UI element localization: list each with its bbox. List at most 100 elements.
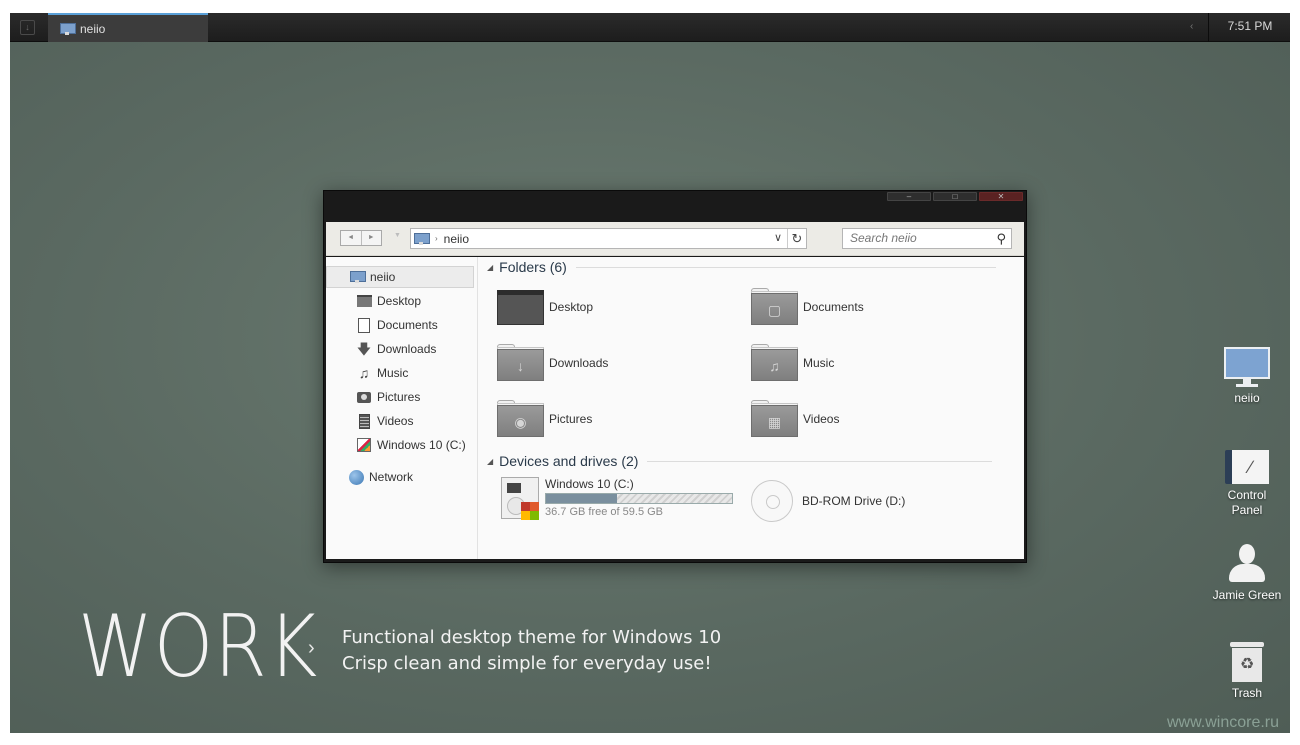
explorer-toolbar: ◄ ► ▼ › neiio ∨ ↻ Search neiio ⚲ (326, 222, 1024, 256)
recent-locations-button[interactable]: ▼ (394, 232, 401, 239)
folder-label: Music (803, 356, 835, 370)
videos-icon (356, 413, 372, 429)
taskbar-item-explorer[interactable]: neiio (48, 13, 208, 42)
control-panel-icon: ∕ (1225, 450, 1269, 484)
user-icon (1229, 544, 1265, 584)
documents-folder-icon: ▢ (751, 287, 798, 325)
folder-videos[interactable]: ▦ Videos (751, 395, 839, 443)
devices-group-header[interactable]: ◢ Devices and drives (2) (487, 451, 993, 471)
navpane-label: Windows 10 (C:) (377, 438, 466, 452)
drive-icon (356, 437, 372, 453)
chevron-right-icon: › (308, 637, 315, 659)
drive-free-space: 36.7 GB free of 59.5 GB (545, 506, 664, 518)
tagline-line-1: Functional desktop theme for Windows 10 (342, 627, 722, 648)
refresh-icon[interactable]: ↻ (787, 229, 806, 248)
desktop-icon-label: Control Panel (1227, 488, 1267, 517)
clock[interactable]: 7:51 PM (1215, 13, 1285, 42)
navpane-item-documents[interactable]: Documents (356, 314, 438, 336)
folder-desktop[interactable]: Desktop (497, 283, 593, 331)
minimize-button[interactable]: – (887, 192, 931, 201)
navpane-label: Documents (377, 318, 438, 332)
drive-usage-bar (545, 493, 733, 504)
search-icon[interactable]: ⚲ (996, 229, 1006, 248)
desktop-icon-label: Trash (1231, 686, 1263, 700)
back-button[interactable]: ◄ (341, 231, 361, 245)
navpane-label: Downloads (377, 342, 437, 356)
drive-name: Windows 10 (C:) (545, 477, 634, 491)
computer-icon (349, 269, 366, 285)
nav-buttons: ◄ ► (340, 230, 382, 246)
group-title: Folders (6) (499, 259, 567, 275)
drive-c[interactable]: Windows 10 (C:) 36.7 GB free of 59.5 GB (501, 477, 733, 520)
folders-group-header[interactable]: ◢ Folders (6) (487, 257, 996, 277)
navpane-label: Music (377, 366, 409, 380)
breadcrumb-separator-icon: › (435, 234, 438, 243)
folder-label: Downloads (549, 356, 609, 370)
forward-button[interactable]: ► (360, 231, 382, 245)
theme-tagline: Functional desktop theme for Windows 10 … (342, 625, 721, 677)
folder-downloads[interactable]: ↓ Downloads (497, 339, 608, 387)
pictures-folder-icon: ◉ (497, 399, 544, 437)
download-icon: 🡇 (356, 341, 372, 357)
navpane-item-drive-c[interactable]: Windows 10 (C:) (356, 434, 466, 456)
folder-documents[interactable]: ▢ Documents (751, 283, 864, 331)
navpane-label: Videos (377, 414, 414, 428)
navpane-item-music[interactable]: ♫ Music (356, 362, 409, 384)
navpane-item-network[interactable]: Network (348, 466, 413, 488)
tray-expand-icon[interactable]: ‹ (1190, 21, 1193, 32)
address-bar[interactable]: › neiio ∨ ↻ (410, 228, 807, 249)
tray-divider (1208, 13, 1209, 42)
breadcrumb-item[interactable]: neiio (444, 232, 469, 246)
items-pane: ◢ Folders (6) Desktop ▢ Documents ↓ Down… (479, 257, 1024, 559)
folder-pictures[interactable]: ◉ Pictures (497, 395, 592, 443)
search-input[interactable]: Search neiio ⚲ (842, 228, 1012, 249)
close-button[interactable]: ✕ (979, 192, 1023, 201)
drive-usage-fill (546, 494, 617, 503)
folder-label: Documents (803, 300, 864, 314)
videos-folder-icon: ▦ (751, 399, 798, 437)
navigation-pane: neiio Desktop Documents 🡇 Downloads ♫ Mu… (326, 257, 478, 559)
collapse-icon[interactable]: ◢ (487, 457, 493, 466)
collapse-icon[interactable]: ◢ (487, 263, 493, 272)
group-divider (647, 460, 993, 462)
hard-drive-icon (501, 477, 539, 520)
downloads-folder-icon: ↓ (497, 343, 544, 381)
navpane-item-downloads[interactable]: 🡇 Downloads (356, 338, 437, 360)
taskbar-item-label: neiio (80, 21, 106, 36)
navpane-item-videos[interactable]: Videos (356, 410, 413, 432)
drive-d[interactable]: BD-ROM Drive (D:) (751, 480, 905, 522)
folder-label: Pictures (549, 412, 593, 426)
desktop-folder-icon (497, 289, 544, 325)
computer-icon (1224, 347, 1270, 387)
navpane-label: Pictures (377, 390, 421, 404)
folder-music[interactable]: ♫ Music (751, 339, 834, 387)
taskbar: ↓ neiio ‹ 7:51 PM (10, 13, 1290, 42)
computer-icon (60, 22, 76, 35)
arrow-down-icon: ↓ (25, 22, 30, 32)
group-title: Devices and drives (2) (499, 453, 639, 469)
explorer-content: neiio Desktop Documents 🡇 Downloads ♫ Mu… (326, 257, 1024, 559)
desktop-icon-label: Jamie Green (1212, 588, 1282, 602)
start-button[interactable]: ↓ (20, 20, 35, 35)
navpane-label: Network (369, 470, 414, 484)
navpane-item-desktop[interactable]: Desktop (356, 290, 421, 312)
navpane-item-neiio[interactable]: neiio (326, 266, 474, 288)
desktop-icon-control-panel[interactable]: ∕ Control Panel (1202, 450, 1290, 518)
desktop-icon-trash[interactable]: ♻ Trash (1202, 642, 1290, 701)
pictures-icon (356, 389, 372, 405)
maximize-button[interactable]: □ (933, 192, 977, 201)
theme-title: WORK (78, 597, 319, 697)
folder-label: Videos (803, 412, 840, 426)
optical-disc-icon (751, 480, 793, 522)
explorer-window: – □ ✕ ◄ ► ▼ › neiio ∨ ↻ Search neiio ⚲ n… (323, 190, 1027, 563)
desktop-icon-user[interactable]: Jamie Green (1202, 544, 1290, 603)
chevron-down-icon[interactable]: ∨ (774, 231, 782, 244)
navpane-item-pictures[interactable]: Pictures (356, 386, 420, 408)
music-icon: ♫ (358, 365, 370, 381)
navpane-label: neiio (370, 270, 396, 284)
group-divider (575, 266, 996, 268)
document-icon (356, 317, 372, 333)
desktop-icon-computer[interactable]: neiio (1202, 347, 1290, 406)
window-controls: – □ ✕ (887, 192, 1023, 201)
music-folder-icon: ♫ (751, 343, 798, 381)
